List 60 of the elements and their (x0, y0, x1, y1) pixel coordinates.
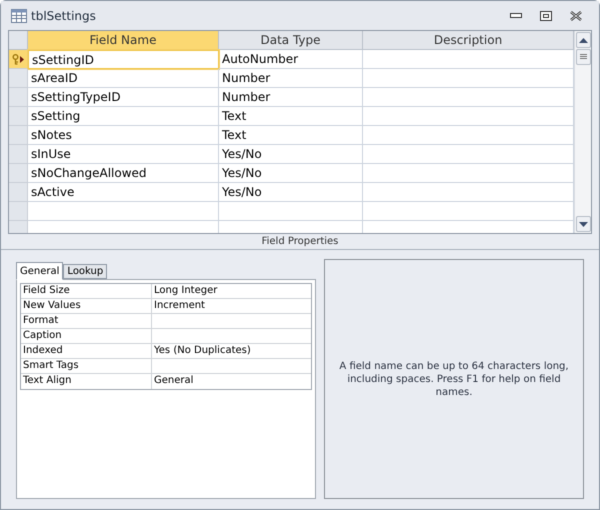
help-text: A field name can be up to 64 characters long, including spaces. Press F1 for help on field names. (338, 360, 570, 398)
data-type-cell[interactable]: Number (219, 88, 363, 107)
data-type-cell[interactable]: Text (219, 126, 363, 145)
property-name: Text Align (21, 374, 152, 389)
data-type-cell[interactable]: Text (219, 107, 363, 126)
window-title: tblSettings (31, 8, 96, 24)
current-row-icon (20, 56, 24, 62)
field-name-cell[interactable]: sInUse (28, 145, 219, 164)
property-name: Smart Tags (21, 359, 152, 373)
column-header[interactable]: Data Type (219, 31, 363, 50)
data-type-cell[interactable]: Yes/No (219, 145, 363, 164)
table-icon (11, 8, 27, 22)
property-name: New Values (21, 299, 152, 313)
grid-cell[interactable] (28, 202, 219, 221)
column-header[interactable]: Description (363, 31, 574, 50)
scroll-down-button[interactable] (576, 216, 590, 232)
key-icon (12, 54, 19, 64)
grip-icon (580, 54, 586, 60)
scrollbar[interactable] (574, 31, 591, 233)
close-icon (570, 10, 582, 20)
description-cell[interactable] (363, 183, 574, 202)
description-cell[interactable] (363, 88, 574, 107)
row-selector[interactable] (9, 50, 28, 69)
up-arrow-icon (578, 38, 588, 42)
grid-cell[interactable] (363, 202, 574, 221)
description-cell[interactable] (363, 107, 574, 126)
property-name: Indexed (21, 344, 152, 358)
scroll-thumb[interactable] (576, 49, 590, 65)
property-value: Increment (153, 299, 206, 313)
section-title: Field Properties (262, 235, 338, 249)
property-value: Yes (No Duplicates) (153, 344, 252, 358)
data-type-cell[interactable]: Number (219, 69, 363, 88)
field-name-cell[interactable]: sActive (28, 183, 219, 202)
minimize-icon (510, 12, 522, 18)
restore-icon (540, 10, 552, 20)
grid-cell[interactable] (219, 202, 363, 221)
field-name-cell[interactable]: sSetting (28, 107, 219, 126)
field-name-cell[interactable]: sNotes (28, 126, 219, 145)
property-name: Caption (21, 329, 152, 343)
column-header[interactable]: Field Name (28, 31, 219, 50)
data-type-cell[interactable]: AutoNumber (219, 50, 363, 69)
data-type-cell[interactable]: Yes/No (219, 164, 363, 183)
field-name-cell[interactable]: sSettingID (28, 50, 219, 69)
property-value: General (153, 374, 194, 388)
description-cell[interactable] (363, 145, 574, 164)
scroll-up-button[interactable] (576, 32, 590, 48)
field-name-cell[interactable]: sAreaID (28, 69, 219, 88)
field-name-cell[interactable]: sNoChangeAllowed (28, 164, 219, 183)
description-cell[interactable] (363, 50, 574, 69)
description-cell[interactable] (363, 126, 574, 145)
property-value: Long Integer (153, 284, 218, 298)
description-cell[interactable] (363, 164, 574, 183)
description-cell[interactable] (363, 69, 574, 88)
tab[interactable]: General (16, 262, 64, 280)
data-type-cell[interactable]: Yes/No (219, 183, 363, 202)
tab[interactable]: Lookup (63, 264, 108, 279)
field-name-cell[interactable]: sSettingTypeID (28, 88, 219, 107)
property-name: Field Size (21, 284, 152, 298)
property-name: Format (21, 314, 152, 328)
down-arrow-icon (578, 222, 588, 226)
